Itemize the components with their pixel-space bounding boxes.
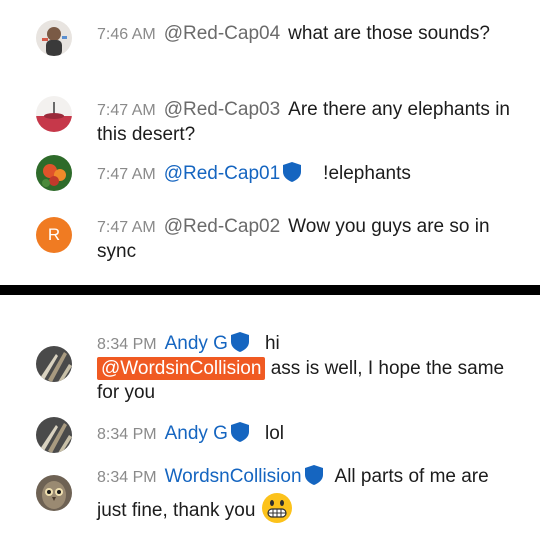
username[interactable]: @Red-Cap03: [164, 99, 280, 120]
message-text: 8:34 PM Andy G lol: [97, 422, 517, 447]
user-avatar-icon: [36, 155, 72, 191]
shield-icon: [304, 465, 323, 485]
username[interactable]: Andy G: [165, 423, 228, 444]
avatar-letter: R: [47, 225, 61, 244]
message-text: 7:47 AM @Red-Cap03 Are there any elephants…: [97, 98, 517, 147]
avatar[interactable]: [36, 155, 72, 191]
user-avatar-icon: [36, 417, 72, 453]
timestamp: 7:47 AM: [97, 102, 156, 119]
username[interactable]: @Red-Cap04: [164, 23, 280, 44]
shield-icon: [283, 162, 302, 182]
message-text: 7:46 AM @Red-Cap04 what are those sounds?: [97, 22, 517, 47]
grinning-face-icon: [261, 492, 293, 533]
timestamp: 8:34 PM: [97, 336, 157, 353]
username[interactable]: @Red-Cap02: [164, 216, 280, 237]
message-body: what are those sounds?: [288, 23, 490, 44]
shield-icon: [230, 422, 249, 442]
message-text: 7:47 AM @Red-Cap02 Wow you guys are so in …: [97, 215, 517, 264]
timestamp: 7:47 AM: [97, 166, 156, 183]
message-body: !elephants: [323, 163, 411, 184]
username[interactable]: WordsnCollision: [165, 466, 302, 487]
message-text: 8:34 PM Andy Ghi @WordsinCollision ass is…: [97, 332, 517, 405]
avatar[interactable]: [36, 20, 72, 56]
user-avatar-icon: [36, 96, 72, 132]
user-avatar-icon: [36, 20, 72, 56]
avatar[interactable]: R: [36, 217, 72, 253]
timestamp: 7:46 AM: [97, 26, 156, 43]
message-text: 7:47 AM @Red-Cap01 !elephants: [97, 162, 517, 187]
message-body: Are there any elephants in this desert?: [97, 99, 510, 145]
username[interactable]: @Red-Cap01: [164, 163, 280, 184]
shield-icon: [230, 332, 249, 352]
user-avatar-icon: [36, 346, 72, 382]
timestamp: 8:34 PM: [97, 426, 157, 443]
username[interactable]: Andy G: [165, 333, 228, 354]
avatar[interactable]: [36, 96, 72, 132]
user-avatar-icon: [36, 475, 72, 511]
message-body: hi: [264, 333, 280, 354]
user-mention[interactable]: @WordsinCollision: [97, 357, 266, 380]
timestamp: 7:47 AM: [97, 219, 156, 236]
avatar[interactable]: [36, 417, 72, 453]
divider: [0, 285, 540, 295]
message-body: lol: [264, 423, 284, 444]
avatar[interactable]: [36, 346, 72, 382]
message-text: 8:34 PM WordsnCollision All parts of me ar…: [97, 462, 522, 533]
timestamp: 8:34 PM: [97, 469, 157, 486]
avatar[interactable]: [36, 475, 72, 511]
